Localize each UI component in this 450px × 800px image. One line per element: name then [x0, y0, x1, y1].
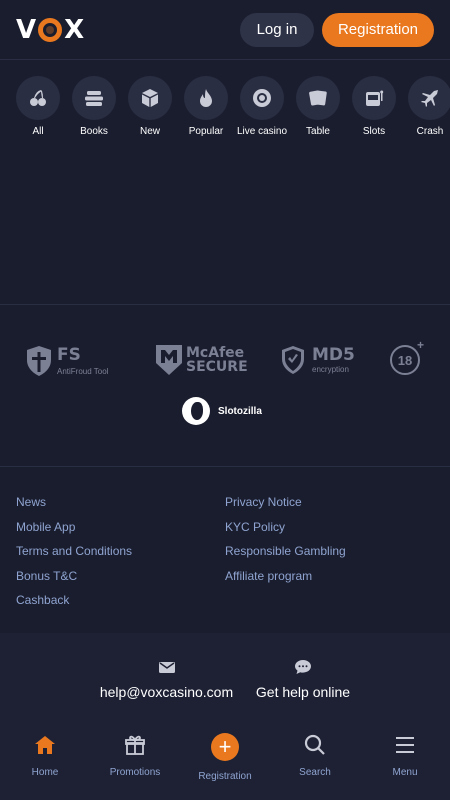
- chip-icon: [253, 89, 271, 107]
- nav-label: Menu: [392, 767, 418, 778]
- slot-machine-icon: [366, 90, 384, 106]
- gift-icon: [125, 735, 145, 755]
- nav-promotions[interactable]: Promotions: [90, 723, 180, 800]
- plus-icon: +: [211, 733, 239, 761]
- md5-subtitle: encryption: [312, 365, 349, 374]
- category-label: Live casino: [236, 126, 288, 137]
- category-books[interactable]: Books: [72, 76, 116, 140]
- cards-icon: [309, 90, 327, 106]
- link-privacy[interactable]: Privacy Notice: [225, 493, 434, 518]
- md5-title: MD5: [312, 345, 355, 365]
- login-button[interactable]: Log in: [240, 12, 314, 47]
- contact-section: help@voxcasino.com Get help online: [0, 633, 450, 723]
- menu-icon: [396, 737, 414, 753]
- header: V X Log in Registration: [0, 0, 450, 60]
- shield-icon: [27, 345, 51, 376]
- nav-home[interactable]: Home: [0, 723, 90, 800]
- link-bonus-tc[interactable]: Bonus T&C: [16, 567, 225, 592]
- search-icon: [304, 734, 325, 755]
- fs-title: FS: [57, 345, 81, 365]
- link-news[interactable]: News: [16, 493, 225, 518]
- category-slots[interactable]: Slots: [352, 76, 396, 140]
- mcafee-line-1: McAfee: [186, 345, 245, 361]
- category-table[interactable]: Table: [296, 76, 340, 140]
- category-live-casino[interactable]: Live casino: [236, 76, 288, 140]
- games-area: [0, 140, 450, 305]
- md5-encryption-badge: MD5 encryption: [282, 345, 355, 374]
- slotozilla-logo-icon: [182, 397, 210, 425]
- category-label: All: [32, 126, 44, 137]
- nav-menu[interactable]: Menu: [360, 723, 450, 800]
- link-affiliate[interactable]: Affiliate program: [225, 567, 434, 592]
- category-bar: All Books New Popular Live casino Table …: [0, 60, 450, 140]
- vox-logo[interactable]: V X: [16, 15, 84, 45]
- nav-registration[interactable]: + Registration: [180, 723, 270, 800]
- check-shield-icon: [282, 345, 304, 374]
- registration-button[interactable]: Registration: [322, 12, 434, 47]
- nav-label: Promotions: [109, 767, 161, 778]
- nav-label: Search: [299, 767, 331, 778]
- nav-search[interactable]: Search: [270, 723, 360, 800]
- home-icon: [35, 736, 55, 754]
- link-cashback[interactable]: Cashback: [16, 591, 225, 616]
- category-label: Slots: [362, 126, 386, 137]
- link-mobile-app[interactable]: Mobile App: [16, 518, 225, 543]
- logo-letter-x: X: [64, 14, 85, 45]
- category-label: Table: [306, 126, 330, 137]
- category-label: Books: [80, 126, 108, 137]
- email-address: help@voxcasino.com: [99, 684, 234, 700]
- flame-icon: [200, 89, 212, 107]
- email-contact[interactable]: help@voxcasino.com: [100, 659, 233, 700]
- bottom-nav: Home Promotions + Registration Search Me…: [0, 723, 450, 800]
- mcafee-shield-icon: [156, 345, 182, 375]
- logo-chip-icon: [38, 17, 63, 42]
- plane-icon: [421, 90, 438, 107]
- age-18-badge: 18: [390, 338, 424, 375]
- category-new[interactable]: New: [128, 76, 172, 140]
- help-online-label: Get help online: [255, 684, 351, 700]
- footer-links-right: Privacy Notice KYC Policy Responsible Ga…: [225, 493, 434, 633]
- category-label: Crash: [416, 126, 444, 137]
- mcafee-secure-badge: McAfee SECURE: [156, 345, 248, 375]
- books-icon: [85, 91, 103, 106]
- chat-bubble-icon: [295, 660, 311, 674]
- age-18-icon: 18: [390, 338, 424, 375]
- footer-links: News Mobile App Terms and Conditions Bon…: [0, 467, 450, 633]
- nav-label: Registration: [198, 771, 252, 782]
- nav-label: Home: [31, 767, 59, 778]
- link-responsible-gambling[interactable]: Responsible Gambling: [225, 542, 434, 567]
- cherries-icon: [30, 90, 46, 106]
- category-label: New: [139, 126, 160, 137]
- logo-letter-v: V: [16, 14, 37, 45]
- mcafee-line-2: SECURE: [186, 359, 248, 375]
- category-popular[interactable]: Popular: [184, 76, 228, 140]
- cube-icon: [142, 89, 158, 107]
- category-label: Popular: [188, 126, 224, 137]
- fs-antifraud-badge: FS AntiFroud Tool: [27, 345, 108, 376]
- link-terms[interactable]: Terms and Conditions: [16, 542, 225, 567]
- category-all[interactable]: All: [16, 76, 60, 140]
- slotozilla-label: Slotozilla: [218, 405, 262, 417]
- footer-links-left: News Mobile App Terms and Conditions Bon…: [16, 493, 225, 633]
- help-online-contact[interactable]: Get help online: [255, 659, 351, 700]
- trust-badges: FS AntiFroud Tool McAfee SECURE MD5 encr…: [0, 305, 450, 467]
- slotozilla-badge[interactable]: Slotozilla: [182, 397, 262, 425]
- fs-subtitle: AntiFroud Tool: [57, 367, 109, 376]
- link-kyc[interactable]: KYC Policy: [225, 518, 434, 543]
- category-crash[interactable]: Crash: [408, 76, 450, 140]
- mail-icon: [158, 662, 175, 673]
